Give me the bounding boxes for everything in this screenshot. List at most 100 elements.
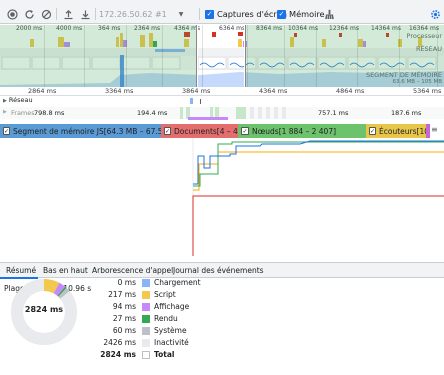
profile-select[interactable]: 172.26.50.62 #1 ▼ [99,9,183,20]
memory-counters-legend: ✓ Segment de mémoire JS[64.3 MB – 67.5 M… [0,124,444,138]
summary-total-center: 2824 ms [24,305,64,314]
category-name: Système [154,326,187,335]
network-track[interactable]: ▶ Réseau [0,96,444,106]
category-name: Inactivité [154,338,189,347]
nodes-counter-toggle[interactable]: ✓ Nœuds[1 884 – 2 407] [238,124,366,138]
overview-gridline [202,25,203,87]
clear-icon [41,9,51,19]
category-name: Affichage [154,302,190,311]
performance-toolbar: 172.26.50.62 #1 ▼ ✓ Captures d'écran ✓ M… [0,4,444,24]
checkbox-checked-icon: ✓ [241,127,249,135]
summary-category-row: 0 ms Chargement [100,278,300,288]
frame-duration: 187.6 ms [391,109,422,117]
clear-button[interactable] [39,7,53,21]
record-icon [6,8,18,20]
garbage-collect-button[interactable] [322,7,336,21]
category-swatch [142,315,150,323]
js-heap-line [193,140,444,185]
category-swatch [142,351,150,359]
category-duration: 2824 ms [100,350,136,359]
category-name: Rendu [154,314,178,323]
summary-category-row: 27 ms Rendu [100,314,300,324]
network-track-marks [190,98,201,104]
selection-handle-left[interactable] [196,25,198,87]
toolbar-separator [56,8,57,20]
listeners-counter-toggle[interactable]: ✓ Écouteurs[100 – 289] [366,124,426,138]
category-name: Script [154,290,176,299]
ruler-tick-label: 5364 ms [413,87,442,95]
documents-counter-label: Documents[4 – 4] [174,126,238,136]
category-duration: 0 ms [117,278,136,287]
category-swatch [142,327,150,335]
ruler-tick-label: 4864 ms [336,87,365,95]
checkbox-checked-icon: ✓ [205,9,214,19]
time-ruler: 2864 ms 3364 ms 3864 ms 4364 ms 4864 ms 5364 … [0,87,444,96]
gear-icon [430,9,440,19]
tab-summary[interactable]: Résumé [6,266,36,275]
screenshots-checkbox[interactable]: ✓ Captures d'écran [205,9,287,19]
load-profile-button[interactable] [61,7,75,21]
category-swatch [142,339,150,347]
ruler-tick-label: 4364 ms [259,87,288,95]
overview-unselected-right [245,25,444,87]
tab-call-tree[interactable]: Arborescence d'appel [92,266,173,275]
category-duration: 217 ms [108,290,136,299]
toolbar-separator [199,8,200,20]
record-button[interactable] [5,7,19,21]
tab-bottom-up[interactable]: Bas en haut [43,266,88,275]
category-swatch [142,291,150,299]
category-duration: 60 ms [112,326,136,335]
frame-duration: 757.1 ms [318,109,349,117]
js-heap-counter-label: Segment de mémoire JS[64.3 MB – 67.5 MB] [13,126,161,136]
frames-track[interactable]: ▶ Frames 798.8 ms 194.4 ms 757.1 ms 187.… [0,106,444,120]
upload-icon [64,9,72,19]
category-name: Total [154,350,175,359]
checkbox-checked-icon: ✓ [3,127,11,135]
overview-tick-label: 6364 ms [219,25,246,32]
reload-record-button[interactable] [22,7,36,21]
capture-settings-button[interactable] [428,7,442,21]
ruler-tick-label: 2864 ms [28,87,57,95]
summary-category-row: 60 ms Système [100,326,300,336]
checkbox-checked-icon: ✓ [369,127,377,135]
checkbox-checked-icon: ✓ [164,127,172,135]
category-duration: 94 ms [112,302,136,311]
frames-track-bars [0,107,444,120]
save-profile-button[interactable] [78,7,92,21]
category-swatch [142,279,150,287]
reload-icon [24,9,34,19]
category-name: Chargement [154,278,201,287]
summary-category-row: 2824 ms Total [100,350,300,360]
summary-category-row: 2426 ms Inactivité [100,338,300,348]
nodes-line [193,141,444,187]
broom-icon [324,9,334,19]
toolbar-separator [95,8,96,20]
ruler-tick-label: 3864 ms [182,87,211,95]
js-heap-counter-toggle[interactable]: ✓ Segment de mémoire JS[64.3 MB – 67.5 M… [0,124,161,138]
menu-lines-icon: ≡ [431,125,438,134]
frame-duration: 798.8 ms [34,109,65,117]
category-duration: 27 ms [112,314,136,323]
documents-counter-toggle[interactable]: ✓ Documents[4 – 4] [161,124,238,138]
gpu-memory-counter-toggle[interactable] [426,124,430,138]
download-icon [81,10,89,19]
documents-line [192,195,444,256]
memory-counter-graph [192,138,444,256]
category-swatch [142,303,150,311]
chevron-down-icon: ▼ [178,11,184,18]
overview-unselected-left [0,25,198,87]
nodes-counter-label: Nœuds[1 884 – 2 407] [252,126,337,136]
listeners-counter-label: Écouteurs[100 – 289] [379,126,426,136]
ruler-tick-label: 3364 ms [105,87,134,95]
tab-event-log[interactable]: Journal des événements [173,266,264,275]
checkbox-checked-icon: ✓ [277,9,286,19]
category-duration: 2426 ms [103,338,136,347]
summary-category-row: 94 ms Affichage [100,302,300,312]
memory-checkbox[interactable]: ✓ Mémoire [277,9,325,19]
profile-select-value: 172.26.50.62 #1 [99,10,167,19]
summary-category-row: 217 ms Script [100,290,300,300]
selection-handle-right[interactable] [244,25,246,87]
listeners-line [193,151,444,191]
frame-duration: 194.4 ms [137,109,168,117]
memory-label: Mémoire [289,9,325,19]
